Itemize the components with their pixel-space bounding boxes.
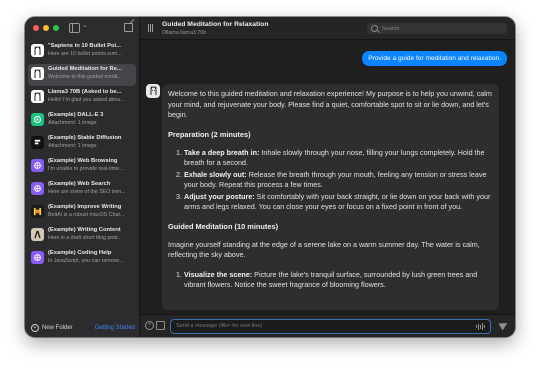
conversation-preview: BoltAI is a robust macOS Chat... xyxy=(48,212,125,218)
conversation-preview: Here are 10 bullet points sum... xyxy=(48,51,122,57)
step-title: Visualize the scene: xyxy=(184,269,253,279)
meditation-steps: Visualize the scene: Picture the lake's … xyxy=(168,270,493,291)
conversation-text: (Example) Web Browsing I'm unable to prov… xyxy=(48,157,133,173)
close-window-button[interactable] xyxy=(33,25,39,31)
conversation-preview: Attachment: 1 image xyxy=(48,143,97,149)
conversation-item[interactable]: Guided Meditation for Re... Welcome to th… xyxy=(28,64,136,86)
search-icon xyxy=(371,25,378,32)
conversation-title: (Example) Stable Diffusion xyxy=(48,135,122,141)
step-title: Adjust your posture: xyxy=(184,191,255,201)
conversation-item[interactable]: (Example) Improve Writing BoltAI is a rob… xyxy=(28,202,136,224)
conversation-title: "Sapiens in 10 Bullet Poi... xyxy=(48,43,121,49)
user-message: Provide a guide for meditation and relax… xyxy=(362,51,507,66)
anthropic-icon xyxy=(31,228,44,241)
conversation-text: Llama3 70B (Asked to be... Hello! I'm gla… xyxy=(48,88,133,104)
conversation-title: (Example) Improve Writing xyxy=(48,204,122,210)
ollama-llama-icon xyxy=(31,44,44,57)
conversation-text: (Example) Web Search Here are some of the… xyxy=(48,180,133,196)
conversation-item[interactable]: (Example) Web Search Here are some of the… xyxy=(28,179,136,201)
conversation-text: "Sapiens in 10 Bullet Poi... Here are 10 … xyxy=(48,42,133,58)
conversation-title: (Example) DALL-E 3 xyxy=(48,112,104,118)
chevron-down-icon[interactable]: ⌄ xyxy=(82,21,88,29)
ollama-llama-icon xyxy=(31,90,44,103)
conversation-preview: In JavaScript, you can remove... xyxy=(48,258,124,264)
chat-header: Guided Meditation for Relaxation Ollama … xyxy=(140,17,515,40)
new-folder-button[interactable]: + New Folder xyxy=(31,324,73,332)
conversation-title: Llama3 70B (Asked to be... xyxy=(48,89,122,95)
mistral-icon xyxy=(31,205,44,218)
conversation-preview: Attachment: 1 image xyxy=(48,120,97,126)
step-title: Exhale slowly out: xyxy=(184,169,247,179)
plus-circle-icon[interactable]: + xyxy=(145,321,154,330)
step-item: Visualize the scene: Picture the lake's … xyxy=(184,270,493,291)
conversation-text: (Example) Coding Help In JavaScript, you … xyxy=(48,249,133,265)
search-input[interactable]: Search xyxy=(367,23,507,34)
section-heading: Preparation (2 minutes) xyxy=(168,129,251,139)
conversation-item[interactable]: (Example) Coding Help In JavaScript, you … xyxy=(28,248,136,270)
scroll-fade xyxy=(162,296,499,310)
section-heading: Guided Meditation (10 minutes) xyxy=(168,221,279,231)
conversation-item[interactable]: Llama3 70B (Asked to be... Hello! I'm gla… xyxy=(28,87,136,109)
conversation-title: (Example) Coding Help xyxy=(48,250,112,256)
conversation-text: Guided Meditation for Re... Welcome to th… xyxy=(48,65,133,81)
preparation-steps: Take a deep breath in: Inhale slowly thr… xyxy=(168,148,493,213)
chat-panel: Guided Meditation for Relaxation Ollama … xyxy=(140,17,515,337)
send-icon[interactable] xyxy=(498,319,510,331)
conversation-preview: Welcome to this guided medit... xyxy=(48,74,122,80)
conversation-text: (Example) Stable Diffusion Attachment: 1 … xyxy=(48,134,133,150)
message-placeholder: Send a message (⌘↩ for new line) xyxy=(176,323,263,329)
conversation-title: Guided Meditation for Re... xyxy=(48,66,122,72)
conversation-title: (Example) Writing Content xyxy=(48,227,121,233)
step-item: Adjust your posture: Sit comfortably wit… xyxy=(184,192,493,213)
step-title: Take a deep breath in: xyxy=(184,147,260,157)
search-placeholder: Search xyxy=(382,25,400,32)
conversation-item[interactable]: (Example) Web Browsing I'm unable to prov… xyxy=(28,156,136,178)
step-item: Take a deep breath in: Inhale slowly thr… xyxy=(184,148,493,169)
minimize-window-button[interactable] xyxy=(43,25,49,31)
section-paragraph: Imagine yourself standing at the edge of… xyxy=(168,239,480,260)
step-item: Exhale slowly out: Release the breath th… xyxy=(184,170,493,191)
model-name[interactable]: Ollama llama3:70b xyxy=(162,30,206,36)
assistant-message: Welcome to this guided meditation and re… xyxy=(162,84,499,310)
conversation-text: (Example) Writing Content Here is a draft… xyxy=(48,226,133,242)
zoom-window-button[interactable] xyxy=(53,25,59,31)
chat-title: Guided Meditation for Relaxation xyxy=(162,21,269,28)
plus-circle-icon: + xyxy=(31,324,39,332)
plugin-icon xyxy=(31,251,44,264)
microphone-waveform-icon[interactable] xyxy=(476,323,485,330)
openai-icon xyxy=(31,113,44,126)
plugin-icon xyxy=(31,182,44,195)
conversation-list: "Sapiens in 10 Bullet Poi... Here are 10 … xyxy=(28,41,136,271)
window-controls xyxy=(33,25,59,31)
app-window: ⌄ "Sapiens in 10 Bullet Poi... Here are 1… xyxy=(25,17,515,337)
plugin-icon xyxy=(31,159,44,172)
conversation-title: (Example) Web Browsing xyxy=(48,158,118,164)
sidebar: ⌄ "Sapiens in 10 Bullet Poi... Here are 1… xyxy=(25,17,140,337)
settings-sliders-icon[interactable] xyxy=(148,24,155,32)
conversation-item[interactable]: (Example) Stable Diffusion Attachment: 1 … xyxy=(28,133,136,155)
conversation-preview: Hello! I'm glad you asked abou... xyxy=(48,97,125,103)
message-input[interactable]: Send a message (⌘↩ for new line) xyxy=(170,319,491,334)
new-chat-icon[interactable] xyxy=(124,23,133,32)
attachment-icon[interactable] xyxy=(156,321,165,330)
stability-icon xyxy=(31,136,44,149)
ollama-llama-icon xyxy=(31,67,44,80)
conversation-title: (Example) Web Search xyxy=(48,181,111,187)
assistant-intro: Welcome to this guided meditation and re… xyxy=(168,89,492,119)
conversation-text: (Example) DALL-E 3 Attachment: 1 image xyxy=(48,111,133,127)
new-folder-label: New Folder xyxy=(42,325,73,331)
conversation-preview: Here is a draft short blog post... xyxy=(48,235,122,241)
conversation-item[interactable]: (Example) Writing Content Here is a draft… xyxy=(28,225,136,247)
conversation-item[interactable]: (Example) DALL-E 3 Attachment: 1 image xyxy=(28,110,136,132)
getting-started-link[interactable]: Getting Started xyxy=(95,325,135,331)
sidebar-toggle-icon[interactable] xyxy=(69,23,80,33)
sidebar-footer: + New Folder Getting Started xyxy=(31,324,135,332)
conversation-preview: Here are some of the SEO tren... xyxy=(48,189,126,195)
conversation-preview: I'm unable to provide real-time... xyxy=(48,166,124,172)
ollama-llama-icon xyxy=(146,84,160,98)
conversation-text: (Example) Improve Writing BoltAI is a rob… xyxy=(48,203,133,219)
conversation-item[interactable]: "Sapiens in 10 Bullet Poi... Here are 10 … xyxy=(28,41,136,63)
composer-bar: + Send a message (⌘↩ for new line) xyxy=(140,314,515,337)
